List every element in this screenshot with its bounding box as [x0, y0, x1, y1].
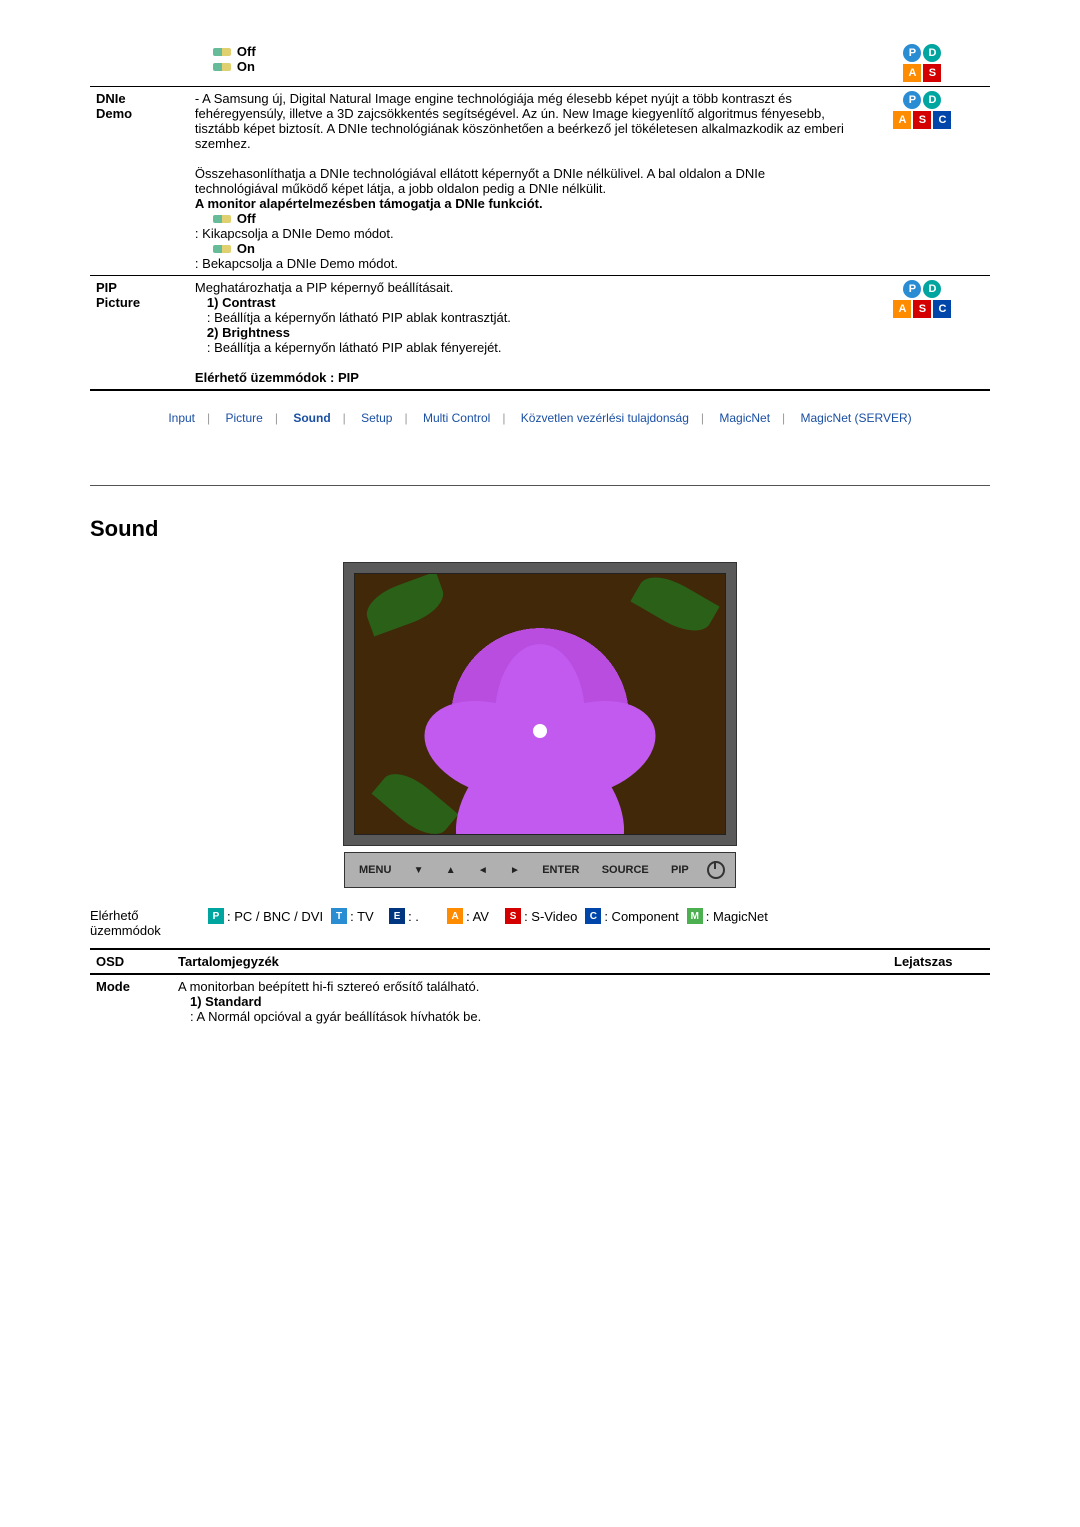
option-marker-icon: [213, 245, 231, 253]
osd-header-osd: OSD: [90, 949, 172, 974]
modes-label2: üzemmódok: [90, 923, 161, 938]
mode-a-text: : AV: [466, 909, 489, 924]
option-off: Off: [195, 44, 849, 59]
mode-d-icon: D: [923, 91, 941, 109]
source-button[interactable]: SOURCE: [598, 864, 653, 876]
dnie-off-desc: : Kikapcsolja a DNIe Demo módot.: [195, 226, 849, 241]
pip-brightness-head: 2) Brightness: [195, 325, 849, 340]
picture-settings-table: Off On PD AS DNIe Demo - A Samsung új, D…: [90, 40, 990, 391]
tab-magicnet-server[interactable]: MagicNet (SERVER): [795, 411, 918, 425]
osd-header-toc: Tartalomjegyzék: [172, 949, 888, 974]
tab-sound[interactable]: Sound: [287, 411, 336, 425]
modes-label1: Elérhető: [90, 908, 138, 923]
option-marker-icon: [213, 48, 231, 56]
menu-button[interactable]: MENU: [355, 864, 395, 876]
mode-t-text: : TV: [350, 909, 374, 924]
option-marker-icon: [213, 215, 231, 223]
dnie-para2: Összehasonlíthatja a DNIe technológiával…: [195, 166, 849, 196]
row-dnie-label: DNIe: [96, 91, 126, 106]
mode-standard-desc: : A Normál opcióval a gyár beállítások h…: [178, 1009, 882, 1024]
mode-p-icon: P: [208, 908, 224, 924]
row-pip-label: PIP: [96, 280, 117, 295]
mode-d-icon: D: [923, 44, 941, 62]
mode-m-text: : MagicNet: [706, 909, 768, 924]
mode-s-text: : S-Video: [524, 909, 577, 924]
pip-brightness-desc: : Beállítja a képernyőn látható PIP abla…: [195, 340, 849, 355]
tab-magicnet[interactable]: MagicNet: [713, 411, 776, 425]
row-dnie-label2: Demo: [96, 106, 132, 121]
section-tabs: Input| Picture| Sound| Setup| Multi Cont…: [90, 391, 990, 445]
mode-c-text: : Component: [604, 909, 678, 924]
monitor-illustration: MENU ▼ ▲ ◄ ► ENTER SOURCE PIP: [90, 562, 990, 888]
option-marker-icon: [213, 63, 231, 71]
mode-c-icon: C: [585, 908, 601, 924]
mode-s-icon: S: [913, 111, 931, 129]
mode-a-icon: A: [447, 908, 463, 924]
tab-setup[interactable]: Setup: [355, 411, 398, 425]
mode-p-icon: P: [903, 280, 921, 298]
mode-p-icon: P: [903, 44, 921, 62]
dnie-on-desc: : Bekapcsolja a DNIe Demo módot.: [195, 256, 849, 271]
mode-p-text: : PC / BNC / DVI: [227, 909, 323, 924]
osd-row-mode: Mode: [90, 974, 172, 1028]
left-button[interactable]: ◄: [474, 865, 492, 876]
right-button[interactable]: ►: [506, 865, 524, 876]
row-pip-label2: Picture: [96, 295, 140, 310]
tab-multi-control[interactable]: Multi Control: [417, 411, 496, 425]
option-on-label: On: [237, 59, 255, 74]
monitor-control-bar: MENU ▼ ▲ ◄ ► ENTER SOURCE PIP: [344, 852, 736, 888]
mode-intro: A monitorban beépített hi-fi sztereó erő…: [178, 979, 882, 994]
mode-standard-head: 1) Standard: [178, 994, 882, 1009]
divider: [90, 485, 990, 486]
option-off-label: Off: [237, 44, 256, 59]
mode-c-icon: C: [933, 300, 951, 318]
available-modes-legend: Elérhető üzemmódok P: PC / BNC / DVI T: …: [90, 888, 990, 948]
tab-direct-control[interactable]: Közvetlen vezérlési tulajdonság: [515, 411, 695, 425]
tab-input[interactable]: Input: [162, 411, 201, 425]
up-button[interactable]: ▲: [442, 865, 460, 876]
mode-e-text: : .: [408, 909, 419, 924]
mode-e-icon: E: [389, 908, 405, 924]
mode-s-icon: S: [913, 300, 931, 318]
osd-table: OSD Tartalomjegyzék Lejatszas Mode A mon…: [90, 948, 990, 1028]
mode-icons: PD AS: [861, 44, 984, 82]
mode-s-icon: S: [923, 64, 941, 82]
dnie-default-note: A monitor alapértelmezésben támogatja a …: [195, 196, 849, 211]
dnie-para1: - A Samsung új, Digital Natural Image en…: [195, 91, 849, 151]
enter-button[interactable]: ENTER: [538, 864, 583, 876]
mode-m-icon: M: [687, 908, 703, 924]
osd-header-play: Lejatszas: [888, 949, 990, 974]
mode-p-icon: P: [903, 91, 921, 109]
pip-available-modes: Elérhető üzemmódok : PIP: [195, 370, 849, 385]
mode-s-icon: S: [505, 908, 521, 924]
dnie-off: Off: [195, 211, 849, 226]
mode-icons: PD ASC: [861, 91, 984, 129]
pip-intro: Meghatározhatja a PIP képernyő beállítás…: [195, 280, 849, 295]
mode-a-icon: A: [893, 300, 911, 318]
option-on: On: [195, 59, 849, 74]
pip-contrast-desc: : Beállítja a képernyőn látható PIP abla…: [195, 310, 849, 325]
mode-a-icon: A: [903, 64, 921, 82]
mode-icons: PD ASC: [861, 280, 984, 318]
sound-section-title: Sound: [90, 516, 990, 542]
mode-a-icon: A: [893, 111, 911, 129]
dnie-off-label: Off: [237, 211, 256, 226]
pip-contrast-head: 1) Contrast: [195, 295, 849, 310]
dnie-on: On: [195, 241, 849, 256]
dnie-on-label: On: [237, 241, 255, 256]
down-button[interactable]: ▼: [410, 865, 428, 876]
power-button-icon[interactable]: [707, 861, 725, 879]
mode-d-icon: D: [923, 280, 941, 298]
tab-picture[interactable]: Picture: [220, 411, 269, 425]
pip-button[interactable]: PIP: [667, 864, 693, 876]
mode-t-icon: T: [331, 908, 347, 924]
mode-c-icon: C: [933, 111, 951, 129]
